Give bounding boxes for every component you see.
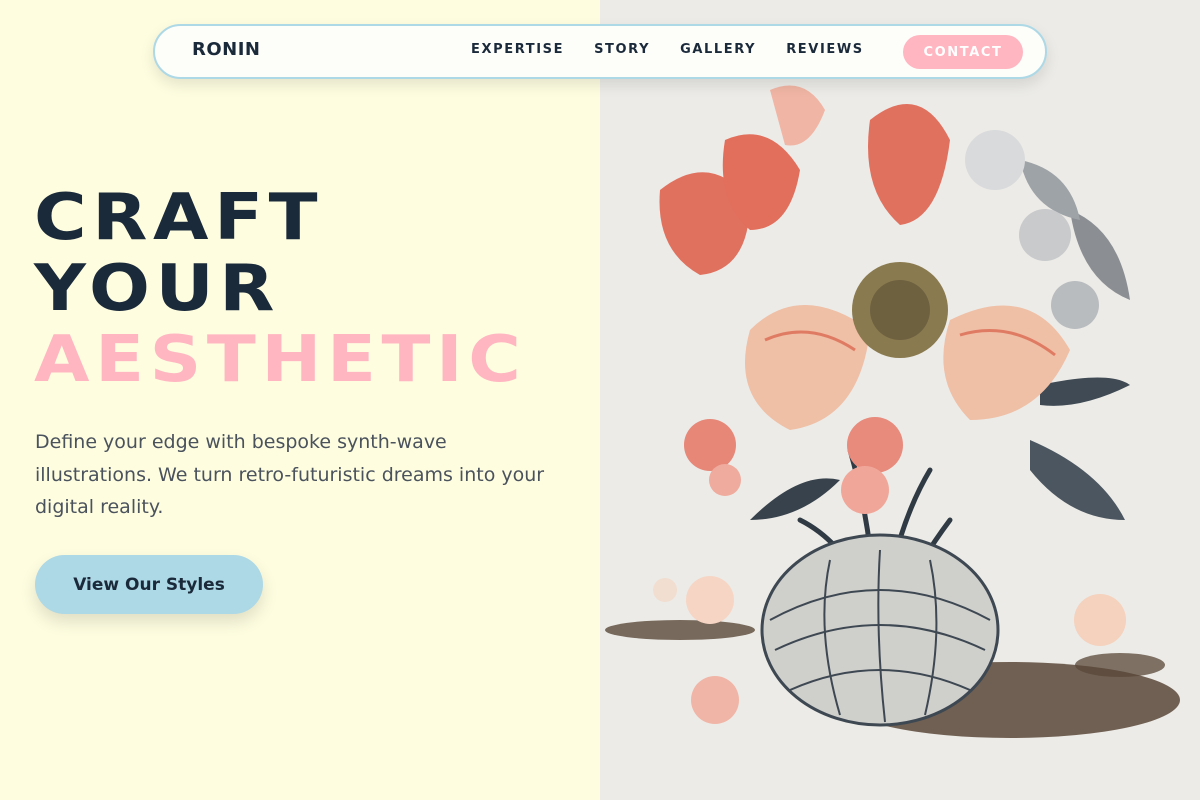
hero-image bbox=[600, 0, 1200, 800]
hero-title-line-1: CRAFT bbox=[34, 181, 324, 255]
hero-description: Define your edge with bespoke synth-wave… bbox=[35, 431, 545, 518]
view-styles-button[interactable]: View Our Styles bbox=[35, 555, 263, 614]
flower-vase-illustration bbox=[605, 85, 1180, 738]
nav-link-gallery[interactable]: GALLERY bbox=[680, 42, 756, 57]
hero-left-panel bbox=[0, 0, 600, 800]
top-navbar: RONIN EXPERTISE STORY GALLERY REVIEWS CO… bbox=[153, 24, 1047, 79]
hero-title-line-2: YOUR bbox=[34, 252, 281, 326]
hero-title: CRAFT YOUR AESTHETIC bbox=[34, 183, 526, 396]
nav-link-story[interactable]: STORY bbox=[594, 42, 650, 57]
nav-link-expertise[interactable]: EXPERTISE bbox=[471, 42, 564, 57]
nav-link-reviews[interactable]: REVIEWS bbox=[786, 42, 864, 57]
brand-logo[interactable]: RONIN bbox=[192, 39, 261, 60]
nav-links: EXPERTISE STORY GALLERY REVIEWS bbox=[471, 42, 894, 57]
hero-title-line-3: AESTHETIC bbox=[34, 323, 527, 397]
contact-button[interactable]: CONTACT bbox=[903, 35, 1023, 69]
